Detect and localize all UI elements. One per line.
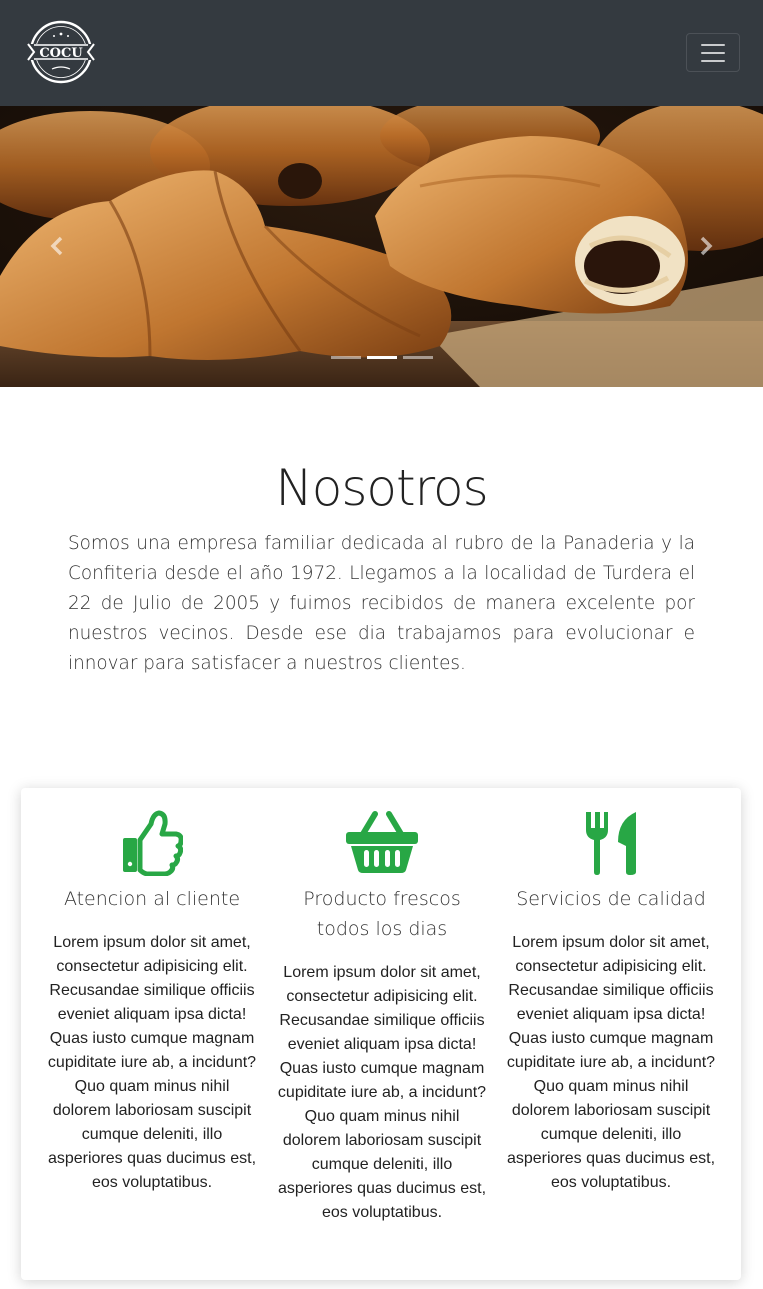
carousel-prev-button[interactable] xyxy=(0,106,110,387)
feature-text: Lorem ipsum dolor sit amet, consectetur … xyxy=(47,934,257,1191)
carousel-indicator-1[interactable] xyxy=(330,356,361,359)
navbar-toggler-button[interactable] xyxy=(686,33,740,72)
chevron-right-icon xyxy=(700,236,713,256)
about-text: Somos una empresa familiar dedicada al r… xyxy=(68,533,695,674)
shopping-basket-icon xyxy=(346,811,418,873)
carousel-indicator-3[interactable] xyxy=(402,356,433,359)
feature-title: Producto frescos todos los dias xyxy=(303,888,461,940)
hamburger-menu-icon xyxy=(701,44,725,46)
feature-text: Lorem ipsum dolor sit amet, consectetur … xyxy=(506,934,716,1191)
carousel-indicator-2[interactable] xyxy=(366,356,397,359)
features-card: Atencion al cliente Lorem ipsum dolor si… xyxy=(21,788,741,1280)
navbar: COCU xyxy=(0,0,763,106)
brand-logo[interactable]: COCU xyxy=(24,19,98,85)
logo-text: COCU xyxy=(39,46,83,61)
feature-title: Atencion al cliente xyxy=(63,888,241,910)
thumbs-up-icon xyxy=(123,810,183,876)
carousel-next-button[interactable] xyxy=(653,106,763,387)
hero-carousel xyxy=(0,106,763,387)
chevron-left-icon xyxy=(50,236,63,256)
bakery-logo-icon: COCU xyxy=(27,20,95,84)
carousel-image-croissants xyxy=(0,106,763,387)
about-title: Nosotros xyxy=(275,459,488,517)
utensils-icon xyxy=(586,812,636,875)
feature-text: Lorem ipsum dolor sit amet, consectetur … xyxy=(277,964,487,1221)
feature-title: Servicios de calidad xyxy=(516,888,706,910)
carousel-indicators xyxy=(0,356,763,362)
